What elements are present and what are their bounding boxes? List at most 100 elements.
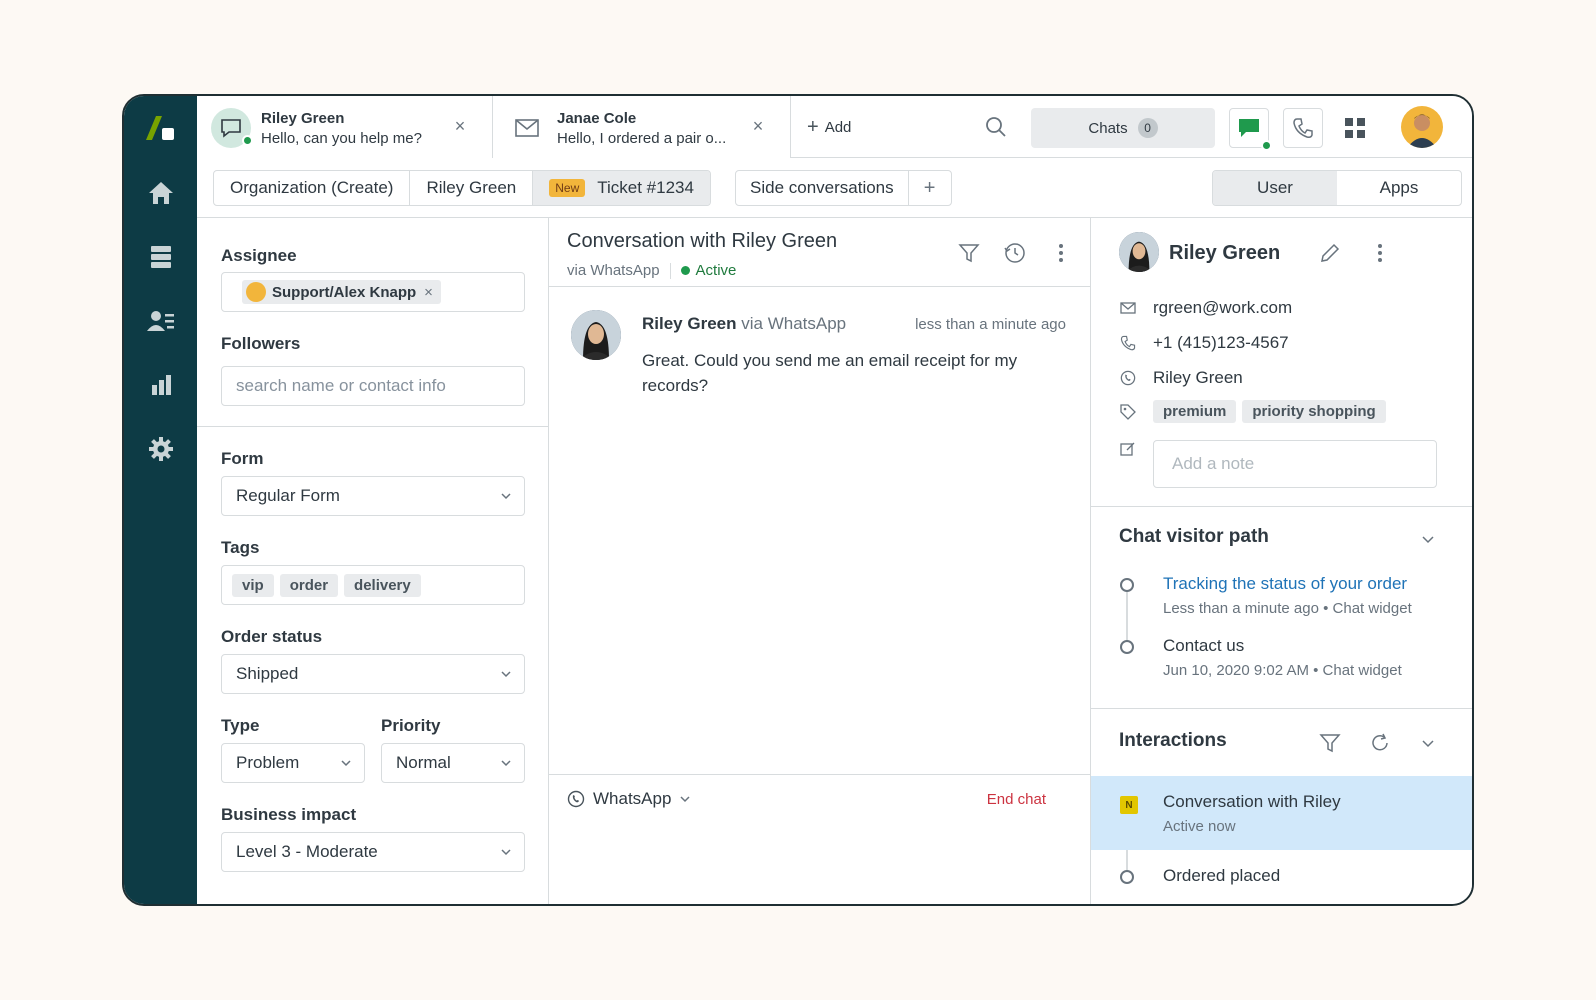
chevron-down-icon[interactable] xyxy=(1421,532,1435,546)
form-value: Regular Form xyxy=(236,486,340,505)
priority-label: Priority xyxy=(381,716,441,735)
more-options-icon[interactable] xyxy=(1050,242,1072,264)
messaging-status-button[interactable] xyxy=(1229,108,1272,151)
mail-icon xyxy=(1119,299,1137,317)
filter-icon[interactable] xyxy=(958,242,980,264)
conversation-title: Conversation with Riley Green xyxy=(567,230,838,252)
ticket-label: Ticket #1234 xyxy=(597,178,694,197)
add-tab-label: Add xyxy=(824,119,852,136)
path-item-title[interactable]: Tracking the status of your order xyxy=(1163,574,1407,594)
breadcrumb-organization[interactable]: Organization (Create) xyxy=(214,171,411,205)
search-icon[interactable] xyxy=(983,114,1009,140)
chats-button[interactable]: Chats 0 xyxy=(1031,108,1215,148)
chevron-down-icon xyxy=(680,796,690,803)
chevron-down-icon xyxy=(501,760,511,767)
path-step-icon xyxy=(1120,640,1134,654)
order-status-select[interactable]: Shipped xyxy=(221,654,525,694)
business-impact-label: Business impact xyxy=(221,805,357,824)
tag-chip[interactable]: delivery xyxy=(344,573,421,597)
chevron-down-icon xyxy=(501,849,511,856)
interaction-title[interactable]: Ordered placed xyxy=(1163,866,1280,886)
form-select[interactable]: Regular Form xyxy=(221,476,525,516)
user-phone-row: +1 (415)123-4567 xyxy=(1119,333,1289,353)
followers-search-input[interactable]: search name or contact info xyxy=(221,366,525,406)
history-icon[interactable] xyxy=(1004,242,1026,264)
conversation-actions xyxy=(958,242,1072,264)
add-side-conversation-button[interactable]: + xyxy=(909,171,951,205)
more-options-icon[interactable] xyxy=(1369,242,1391,264)
phone-button[interactable] xyxy=(1283,108,1323,148)
apps-grid-icon[interactable] xyxy=(1343,116,1367,140)
chevron-down-icon[interactable] xyxy=(1421,736,1435,750)
avatar xyxy=(1119,232,1159,272)
type-value: Problem xyxy=(236,753,300,772)
conversation-subtitle: via WhatsApp Active xyxy=(567,262,736,279)
tags-field[interactable]: vip order delivery xyxy=(221,565,525,605)
followers-label: Followers xyxy=(221,334,301,353)
ticket-properties-panel: Assignee Support/Alex Knapp × Followers … xyxy=(197,218,549,904)
interaction-item-selected[interactable]: N Conversation with Riley Active now xyxy=(1091,776,1472,850)
remove-assignee-icon[interactable]: × xyxy=(424,284,433,301)
close-tab-icon[interactable]: × xyxy=(450,116,470,136)
tab-user[interactable]: User xyxy=(1213,171,1337,205)
order-status-value: Shipped xyxy=(236,664,299,683)
user-tag[interactable]: premium xyxy=(1153,400,1237,423)
path-item-meta: Less than a minute ago • Chat widget xyxy=(1163,600,1412,617)
channel-selector[interactable]: WhatsApp xyxy=(567,789,691,809)
avatar xyxy=(571,310,621,360)
plus-icon: + xyxy=(807,116,819,138)
zendesk-logo[interactable] xyxy=(144,114,178,144)
top-bar: Riley Green Hello, can you help me? × Ja… xyxy=(197,96,1472,158)
settings-gear-icon[interactable] xyxy=(146,434,176,464)
avatar xyxy=(246,282,266,302)
user-tag[interactable]: priority shopping xyxy=(1242,400,1386,423)
status-badge: Active xyxy=(680,262,736,279)
type-label: Type xyxy=(221,716,260,735)
priority-select[interactable]: Normal xyxy=(381,743,525,783)
reporting-nav-icon[interactable] xyxy=(146,370,176,400)
active-dot xyxy=(680,266,690,275)
conversation-tab-riley[interactable]: Riley Green Hello, can you help me? × xyxy=(197,96,493,158)
current-user-avatar[interactable] xyxy=(1401,106,1443,148)
add-note-input[interactable]: Add a note xyxy=(1153,440,1437,488)
divider xyxy=(1091,506,1472,507)
tag-chip[interactable]: order xyxy=(279,573,339,597)
breadcrumb-user[interactable]: Riley Green xyxy=(410,171,534,205)
path-connector xyxy=(1126,850,1128,870)
type-select[interactable]: Problem xyxy=(221,743,365,783)
order-status-label: Order status xyxy=(221,627,323,646)
user-phone[interactable]: +1 (415)123-4567 xyxy=(1153,333,1289,353)
assignee-field[interactable]: Support/Alex Knapp × xyxy=(221,272,525,312)
online-status-dot xyxy=(1261,140,1272,151)
whatsapp-icon xyxy=(1119,369,1137,387)
online-status-dot xyxy=(242,135,253,146)
tab-preview: Hello, can you help me? xyxy=(261,130,422,147)
phone-icon xyxy=(1119,334,1137,352)
divider xyxy=(197,426,548,427)
app-window: Riley Green Hello, can you help me? × Ja… xyxy=(122,94,1474,906)
note-edit-icon xyxy=(1119,440,1137,458)
side-conversations-button[interactable]: Side conversations xyxy=(736,171,909,205)
end-chat-button[interactable]: End chat xyxy=(987,791,1046,808)
conversation-panel: Conversation with Riley Green via WhatsA… xyxy=(549,218,1091,904)
filter-icon[interactable] xyxy=(1319,732,1341,754)
home-nav-icon[interactable] xyxy=(146,178,176,208)
chevron-down-icon xyxy=(501,671,511,678)
user-email[interactable]: rgreen@work.com xyxy=(1153,298,1292,318)
mail-icon xyxy=(507,108,547,148)
chats-count-badge: 0 xyxy=(1137,118,1158,138)
refresh-icon[interactable] xyxy=(1369,732,1391,754)
pencil-icon[interactable] xyxy=(1319,242,1341,264)
breadcrumb-ticket[interactable]: New Ticket #1234 xyxy=(533,171,710,205)
add-tab-button[interactable]: + Add xyxy=(807,116,851,139)
composer: WhatsApp End chat xyxy=(549,774,1090,904)
tab-apps[interactable]: Apps xyxy=(1337,171,1461,205)
assignee-label: Assignee xyxy=(221,246,297,265)
tag-chip[interactable]: vip xyxy=(232,573,274,597)
views-nav-icon[interactable] xyxy=(146,242,176,272)
business-impact-select[interactable]: Level 3 - Moderate xyxy=(221,832,525,872)
customers-nav-icon[interactable] xyxy=(146,306,176,336)
close-tab-icon[interactable]: × xyxy=(748,116,768,136)
channel-label: WhatsApp xyxy=(593,789,672,808)
conversation-tab-janae[interactable]: Janae Cole Hello, I ordered a pair o... … xyxy=(493,96,791,158)
